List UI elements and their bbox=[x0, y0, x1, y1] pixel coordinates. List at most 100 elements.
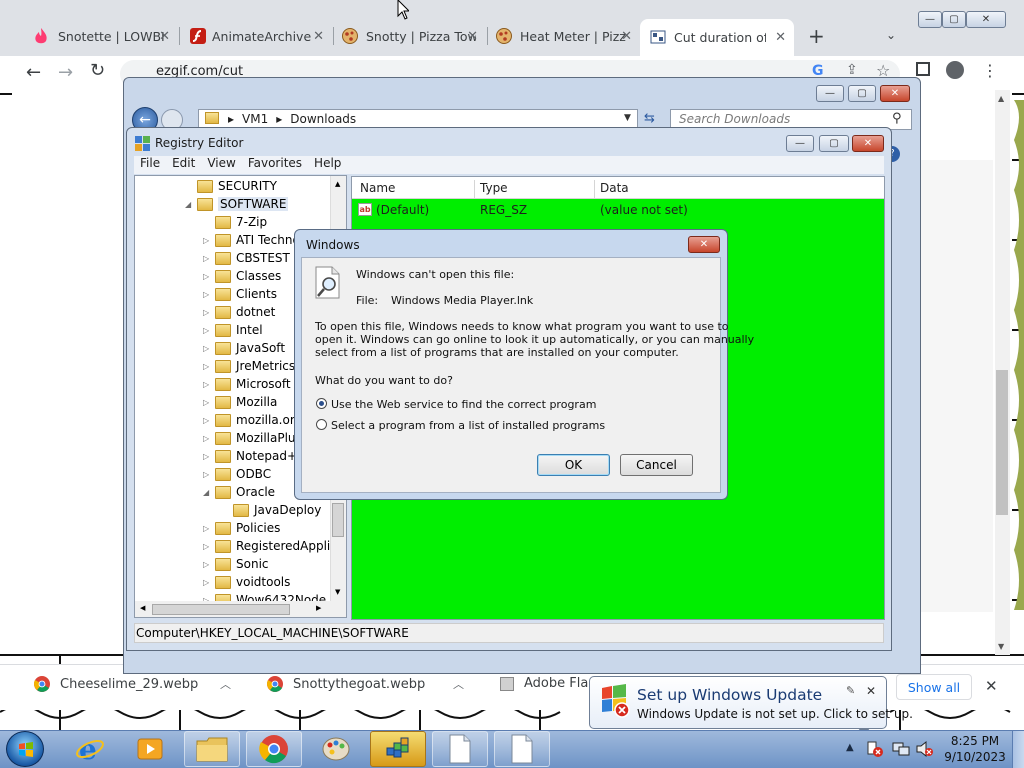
file-explorer-icon[interactable] bbox=[184, 731, 240, 767]
expand-icon[interactable]: ▷ bbox=[203, 326, 209, 335]
download-item[interactable]: Adobe Fla bbox=[500, 676, 590, 691]
expand-icon[interactable]: ▷ bbox=[203, 398, 209, 407]
tree-node[interactable]: ▷ JreMetrics bbox=[203, 357, 295, 375]
menu-view[interactable]: View bbox=[207, 156, 235, 174]
tree-hscroll-thumb[interactable] bbox=[152, 604, 290, 615]
forward-icon[interactable]: → bbox=[58, 62, 73, 83]
breadcrumb-item[interactable]: VM1 bbox=[242, 112, 268, 126]
column-header-name[interactable]: Name bbox=[360, 181, 395, 195]
paint-icon[interactable] bbox=[308, 731, 364, 767]
profile-avatar-icon[interactable] bbox=[946, 61, 964, 79]
close-button[interactable]: ✕ bbox=[880, 85, 910, 102]
close-downloads-icon[interactable]: ✕ bbox=[985, 677, 998, 695]
expand-icon[interactable]: ▷ bbox=[203, 470, 209, 479]
close-icon[interactable]: ✕ bbox=[467, 29, 478, 44]
registry-editor-taskbar-icon[interactable] bbox=[370, 731, 426, 767]
tree-node[interactable]: ▷ CBSTEST bbox=[203, 249, 290, 267]
tree-node[interactable]: ▷ mozilla.org bbox=[203, 411, 302, 429]
scroll-up-icon[interactable]: ▲ bbox=[998, 94, 1004, 103]
tree-node[interactable]: JavaDeploy bbox=[233, 501, 321, 519]
document-icon[interactable] bbox=[432, 731, 488, 767]
expand-icon[interactable]: ▷ bbox=[203, 290, 209, 299]
tree-node[interactable]: ▷ ODBC bbox=[203, 465, 271, 483]
chevron-up-icon[interactable]: ︿ bbox=[453, 676, 464, 692]
close-icon[interactable]: ✕ bbox=[159, 29, 170, 44]
share-icon[interactable]: ⇪ bbox=[846, 62, 858, 78]
internet-explorer-icon[interactable]: e bbox=[62, 731, 118, 767]
tree-node[interactable]: ▷ RegisteredApplica bbox=[203, 537, 344, 555]
close-button[interactable]: ✕ bbox=[688, 236, 720, 253]
expand-icon[interactable]: ▷ bbox=[203, 380, 209, 389]
expand-icon[interactable]: ▷ bbox=[203, 344, 209, 353]
tree-node[interactable]: ▷ ATI Techno bbox=[203, 231, 300, 249]
tree-node[interactable]: ◢ Oracle bbox=[203, 483, 275, 501]
radio-web-service[interactable] bbox=[316, 398, 327, 409]
tree-node[interactable]: ▷ MozillaPlug bbox=[203, 429, 303, 447]
chevron-up-icon[interactable]: ︿ bbox=[220, 676, 231, 692]
tab-animatearchive[interactable]: AnimateArchive ✕ bbox=[180, 21, 332, 51]
download-item[interactable]: Cheeselime_29.webp ︿ bbox=[34, 676, 240, 692]
close-icon[interactable]: ✕ bbox=[775, 30, 786, 45]
tree-node[interactable]: ▷ JavaSoft bbox=[203, 339, 285, 357]
tree-node[interactable]: 7-Zip bbox=[215, 213, 267, 231]
chrome-icon[interactable] bbox=[246, 731, 302, 767]
expand-icon[interactable]: ▷ bbox=[203, 362, 209, 371]
menu-icon[interactable]: ⋮ bbox=[982, 61, 998, 80]
tab-search-icon[interactable]: ⌄ bbox=[886, 28, 896, 42]
minimize-button[interactable]: — bbox=[786, 135, 814, 152]
minimize-button[interactable]: — bbox=[816, 85, 844, 102]
download-item[interactable]: Snottythegoat.webp ︿ bbox=[267, 676, 473, 692]
volume-muted-icon[interactable] bbox=[916, 740, 934, 758]
back-icon[interactable]: ← bbox=[26, 62, 41, 83]
radio-select-program[interactable] bbox=[316, 419, 327, 430]
reload-icon[interactable]: ↻ bbox=[90, 60, 105, 81]
column-header-type[interactable]: Type bbox=[480, 181, 508, 195]
expand-icon[interactable]: ▷ bbox=[203, 254, 209, 263]
scroll-left-icon[interactable]: ◀ bbox=[140, 604, 145, 612]
expand-icon[interactable]: ▷ bbox=[203, 308, 209, 317]
tab-snotette[interactable]: Snotette | LOWBI ✕ bbox=[20, 21, 178, 51]
expand-icon[interactable]: ▷ bbox=[203, 524, 209, 533]
expand-icon[interactable]: ▷ bbox=[203, 542, 209, 551]
tree-scrollbar-thumb[interactable] bbox=[332, 503, 344, 537]
tab-snotty-pizza[interactable]: Snotty | Pizza Tow ✕ bbox=[334, 21, 486, 51]
menu-help[interactable]: Help bbox=[314, 156, 341, 174]
show-all-button[interactable]: Show all bbox=[896, 674, 972, 700]
new-tab-button[interactable]: + bbox=[808, 24, 825, 48]
network-icon[interactable] bbox=[892, 740, 910, 758]
scroll-up-icon[interactable]: ▲ bbox=[335, 180, 340, 188]
tray-expand-icon[interactable]: ▲ bbox=[846, 742, 854, 753]
tree-node[interactable]: ▷ Classes bbox=[203, 267, 281, 285]
tree-node[interactable]: ▷ Policies bbox=[203, 519, 280, 537]
system-clock[interactable]: 8:25 PM 9/10/2023 bbox=[940, 733, 1010, 765]
tree-node[interactable]: ▷ Mozilla bbox=[203, 393, 277, 411]
maximize-button[interactable]: ▢ bbox=[942, 11, 966, 28]
breadcrumb-item[interactable]: Downloads bbox=[290, 112, 356, 126]
ok-button[interactable]: OK bbox=[537, 454, 610, 476]
tab-ezgif-cut[interactable]: Cut duration of a ✕ bbox=[640, 19, 794, 56]
tree-node[interactable]: ▷ dotnet bbox=[203, 303, 275, 321]
tree-node[interactable]: SECURITY bbox=[197, 177, 277, 195]
search-icon[interactable]: ⚲ bbox=[892, 111, 902, 126]
tree-node[interactable]: ◢ SOFTWARE bbox=[185, 195, 289, 213]
collapse-icon[interactable]: ◢ bbox=[185, 200, 191, 209]
radio-label[interactable]: Select a program from a list of installe… bbox=[331, 419, 605, 432]
scroll-right-icon[interactable]: ▶ bbox=[316, 604, 321, 612]
action-center-warning-icon[interactable] bbox=[866, 740, 884, 758]
cancel-button[interactable]: Cancel bbox=[620, 454, 693, 476]
close-button[interactable]: ✕ bbox=[852, 135, 884, 152]
menu-favorites[interactable]: Favorites bbox=[248, 156, 302, 174]
tree-node[interactable]: ▷ Clients bbox=[203, 285, 277, 303]
maximize-button[interactable]: ▢ bbox=[819, 135, 849, 152]
column-header-data[interactable]: Data bbox=[600, 181, 629, 195]
refresh-icon[interactable]: ⇆ bbox=[644, 111, 655, 126]
tree-node[interactable]: ▷ Microsoft bbox=[203, 375, 291, 393]
scroll-down-icon[interactable]: ▼ bbox=[335, 588, 340, 596]
document-icon[interactable] bbox=[494, 731, 550, 767]
menu-file[interactable]: File bbox=[140, 156, 160, 174]
notification-title[interactable]: Set up Windows Update bbox=[637, 686, 822, 704]
show-desktop-button[interactable] bbox=[1012, 731, 1024, 768]
scroll-down-icon[interactable]: ▼ bbox=[998, 642, 1004, 651]
tree-node[interactable]: ▷ voidtools bbox=[203, 573, 290, 591]
close-icon[interactable]: ✕ bbox=[866, 684, 876, 698]
